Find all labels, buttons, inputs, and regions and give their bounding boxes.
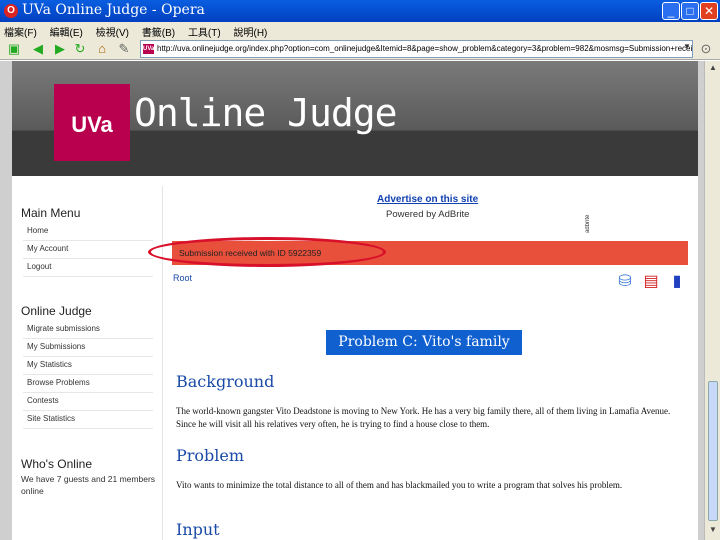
- site-banner: UVa Online Judge: [12, 61, 698, 176]
- sidebar-item-my-submissions[interactable]: My Submissions: [23, 339, 153, 357]
- close-button[interactable]: ✕: [700, 2, 718, 20]
- menu-edit[interactable]: 編輯(E): [46, 22, 89, 39]
- sidebar-item-home[interactable]: Home: [23, 223, 153, 241]
- window-title: UVa Online Judge - Opera: [22, 2, 205, 18]
- window-titlebar: O UVa Online Judge - Opera _ □ ✕: [0, 0, 720, 22]
- section-heading-problem: Problem: [176, 446, 245, 465]
- menu-view[interactable]: 檢視(V): [92, 22, 135, 39]
- submit-icon[interactable]: ⛁: [614, 271, 636, 293]
- site-title: Online Judge: [134, 91, 398, 135]
- menu-bar: 檔案(F) 編輯(E) 檢視(V) 書籤(B) 工具(T) 說明(H): [0, 22, 720, 39]
- sidebar-item-site-statistics[interactable]: Site Statistics: [23, 411, 153, 429]
- reload-icon[interactable]: ↻: [72, 41, 88, 57]
- online-judge-heading: Online Judge: [21, 304, 92, 318]
- section-heading-input: Input: [176, 520, 220, 539]
- maximize-button[interactable]: □: [681, 2, 699, 20]
- scroll-down-icon[interactable]: ▼: [707, 525, 719, 537]
- main-menu-heading: Main Menu: [21, 206, 81, 220]
- section-body-problem: Vito wants to minimize the total distanc…: [176, 480, 623, 490]
- scroll-up-icon[interactable]: ▲: [707, 63, 719, 75]
- section-heading-background: Background: [176, 372, 275, 391]
- address-bar[interactable]: UVa http://uva.onlinejudge.org/index.php…: [140, 40, 693, 58]
- pdf-icon[interactable]: ▤: [640, 271, 662, 293]
- minimize-button[interactable]: _: [662, 2, 680, 20]
- sidebar-item-my-statistics[interactable]: My Statistics: [23, 357, 153, 375]
- web-page: UVa Online Judge Main Menu Home My Accou…: [12, 61, 698, 540]
- menu-tools[interactable]: 工具(T): [184, 22, 227, 39]
- whos-online-text: We have 7 guests and 21 members online: [21, 474, 156, 496]
- page-viewport: UVa Online Judge Main Menu Home My Accou…: [0, 61, 720, 540]
- sidebar-item-contests[interactable]: Contests: [23, 393, 153, 411]
- home-icon[interactable]: ⌂: [94, 41, 110, 57]
- wand-icon[interactable]: ✎: [116, 41, 132, 57]
- adbrite-vertical-label[interactable]: adbrite: [585, 189, 599, 233]
- menu-file[interactable]: 檔案(F): [0, 22, 43, 39]
- forward-arrow-icon[interactable]: ▶: [52, 41, 68, 57]
- problem-title: Problem C: Vito's family: [326, 330, 522, 355]
- breadcrumb-root[interactable]: Root: [173, 273, 192, 283]
- page-icon[interactable]: ▣: [6, 41, 22, 57]
- sidebar-item-my-account[interactable]: My Account: [23, 241, 153, 259]
- sidebar-item-browse-problems[interactable]: Browse Problems: [23, 375, 153, 393]
- menu-bookmarks[interactable]: 書籤(B): [138, 22, 181, 39]
- advertise-link[interactable]: Advertise on this site: [377, 194, 478, 205]
- problem-tool-icons: ⛁ ▤ ▮: [614, 269, 690, 295]
- opera-icon: O: [4, 4, 18, 18]
- sidebar: Main Menu Home My Account Logout Online …: [12, 186, 163, 540]
- sidebar-item-logout[interactable]: Logout: [23, 259, 153, 277]
- menu-help[interactable]: 說明(H): [230, 22, 274, 39]
- vertical-scrollbar[interactable]: ▲ ▼: [704, 61, 720, 540]
- section-body-background: The world-known gangster Vito Deadstone …: [176, 406, 671, 429]
- site-favicon: UVa: [143, 44, 155, 54]
- highlight-circle: [148, 237, 386, 267]
- sidebar-divider: [162, 186, 163, 540]
- address-url: http://uva.onlinejudge.org/index.php?opt…: [157, 44, 693, 53]
- sidebar-item-migrate[interactable]: Migrate submissions: [23, 321, 153, 339]
- back-arrow-icon[interactable]: ◀: [30, 41, 46, 57]
- search-icon[interactable]: ⊙: [698, 41, 714, 57]
- statistics-icon[interactable]: ▮: [666, 271, 688, 293]
- whos-online-heading: Who's Online: [21, 457, 92, 471]
- uva-logo[interactable]: UVa: [54, 84, 130, 161]
- ad-powered-by: Powered by AdBrite: [386, 209, 470, 220]
- scrollbar-thumb[interactable]: [708, 381, 718, 521]
- browser-toolbar: ▣ ◀ ▶ ↻ ⌂ ✎ UVa http://uva.onlinejudge.o…: [0, 38, 720, 60]
- address-dropdown-icon[interactable]: ▼: [683, 42, 693, 56]
